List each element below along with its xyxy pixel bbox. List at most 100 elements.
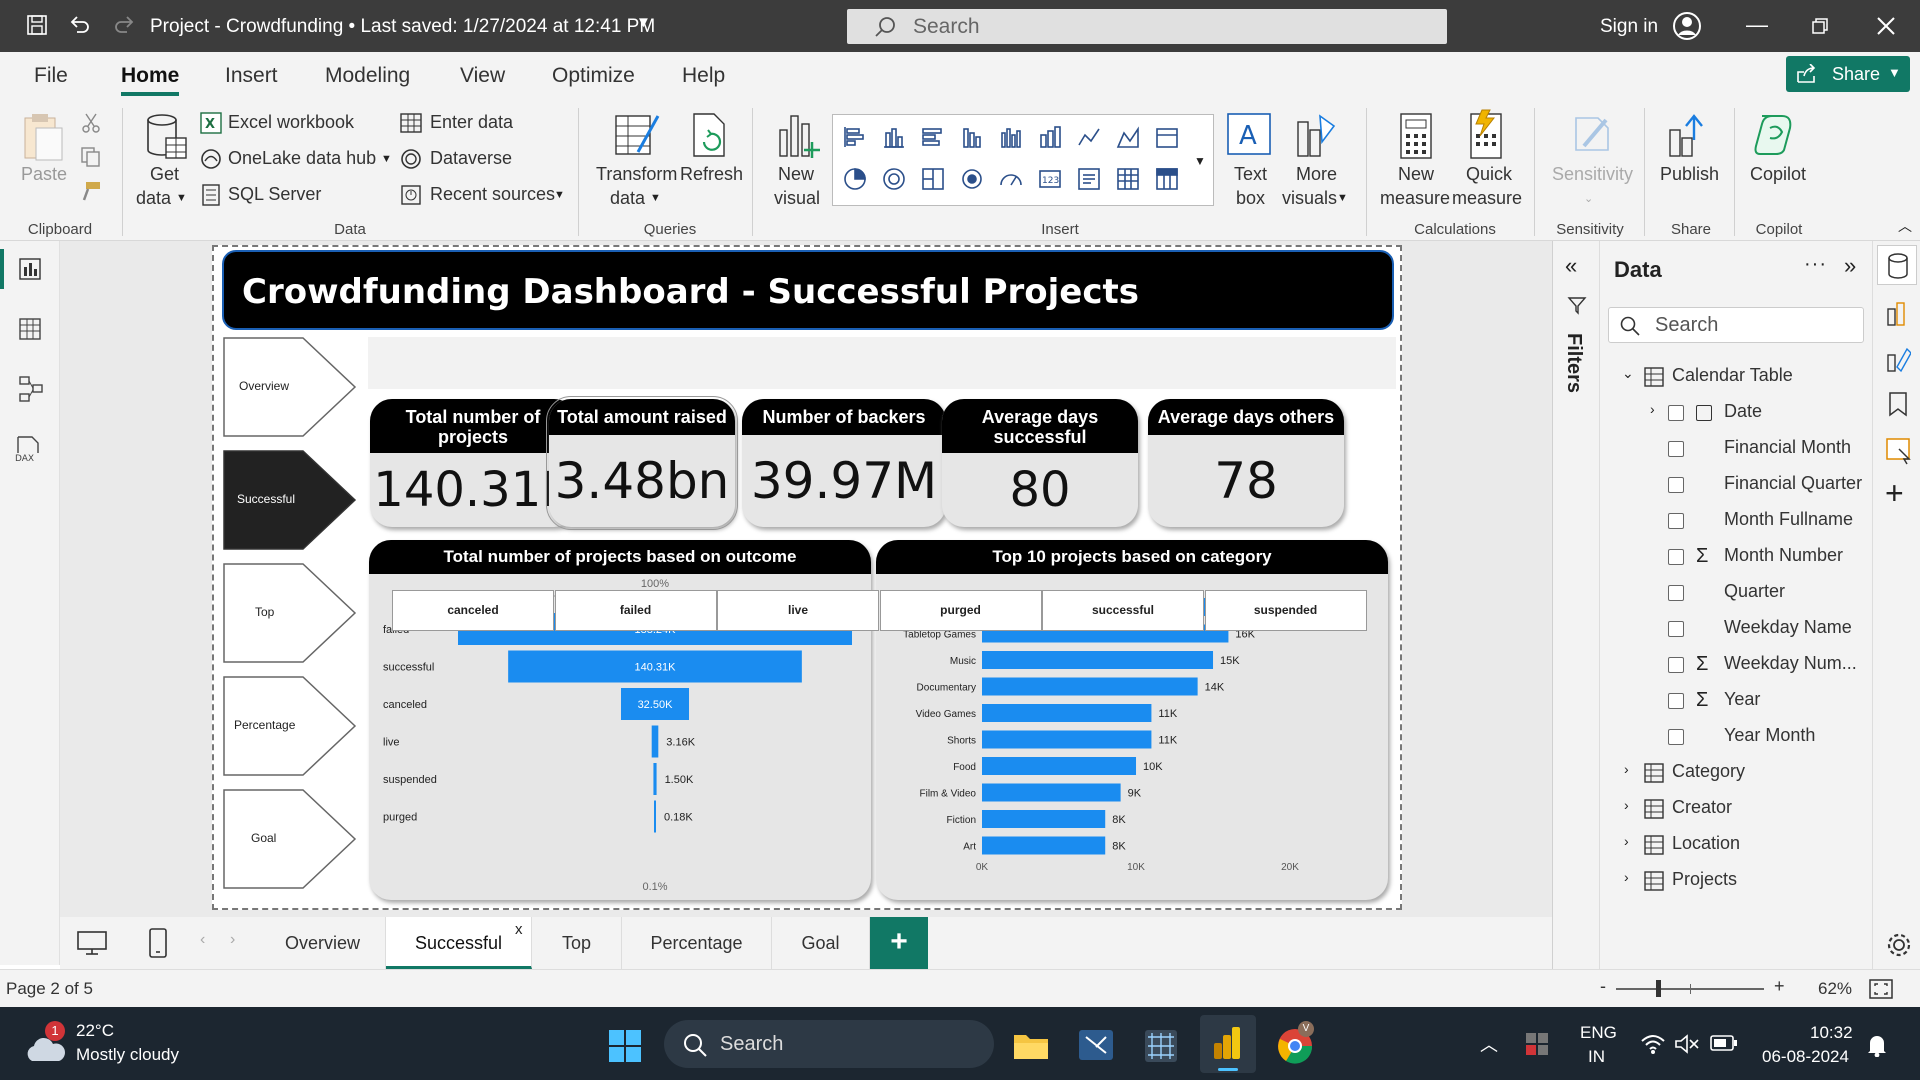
field-checkbox[interactable] bbox=[1668, 693, 1684, 709]
share-button[interactable]: Share ▼ bbox=[1786, 56, 1910, 92]
data-pane-toggle[interactable] bbox=[1877, 245, 1917, 285]
more-visuals-label-2[interactable]: visuals bbox=[1282, 188, 1337, 209]
field-item[interactable]: Financial Quarter bbox=[1724, 473, 1862, 494]
more-visuals-icon[interactable] bbox=[1294, 112, 1340, 162]
power-bi-taskbar-button[interactable] bbox=[1200, 1015, 1256, 1073]
menu-view[interactable]: View bbox=[460, 64, 505, 88]
page-tab-goal[interactable]: Goal bbox=[772, 917, 870, 969]
field-item[interactable]: Weekday Num... bbox=[1724, 653, 1857, 674]
page-tab-percentage[interactable]: Percentage bbox=[622, 917, 772, 969]
format-painter-icon[interactable] bbox=[80, 180, 102, 202]
get-data-icon[interactable] bbox=[144, 112, 188, 162]
field-checkbox[interactable] bbox=[1668, 405, 1684, 421]
kpi-card[interactable]: Average days successful 80 bbox=[942, 399, 1138, 527]
category-bar[interactable] bbox=[982, 677, 1198, 696]
sql-server-button[interactable]: SQL Server bbox=[228, 184, 321, 205]
model-view-icon[interactable] bbox=[18, 375, 44, 403]
category-bar[interactable] bbox=[982, 810, 1106, 828]
zoom-in-button[interactable]: + bbox=[1774, 976, 1785, 997]
undo-icon[interactable] bbox=[68, 13, 92, 37]
chevron-down-icon[interactable]: ▼ bbox=[554, 189, 565, 201]
sensitivity-icon[interactable] bbox=[1570, 110, 1614, 158]
sign-in-link[interactable]: Sign in bbox=[1600, 16, 1658, 38]
field-checkbox[interactable] bbox=[1668, 729, 1684, 745]
visualizations-gallery[interactable]: 123 bbox=[832, 114, 1214, 206]
clock-time[interactable]: 10:32 bbox=[1810, 1023, 1853, 1043]
refresh-icon[interactable] bbox=[690, 112, 730, 160]
wifi-icon[interactable] bbox=[1640, 1033, 1666, 1055]
get-data-label-2[interactable]: data bbox=[136, 188, 171, 209]
file-explorer-icon[interactable] bbox=[1012, 1029, 1050, 1061]
kpi-card[interactable]: Total number of projects 140.31K bbox=[370, 399, 576, 527]
slicer-option-failed[interactable]: failed bbox=[554, 590, 717, 631]
table-item[interactable]: Creator bbox=[1672, 797, 1732, 818]
table-item[interactable]: Category bbox=[1672, 761, 1745, 782]
close-tab-icon[interactable]: x bbox=[515, 921, 523, 938]
field-checkbox[interactable] bbox=[1668, 441, 1684, 457]
field-checkbox[interactable] bbox=[1668, 549, 1684, 565]
field-item[interactable]: Financial Month bbox=[1724, 437, 1851, 458]
funnel-bar[interactable] bbox=[653, 763, 657, 795]
table-view-icon[interactable] bbox=[18, 317, 42, 341]
field-item[interactable]: Year bbox=[1724, 689, 1760, 710]
field-item[interactable]: Year Month bbox=[1724, 725, 1815, 746]
table-item[interactable]: Location bbox=[1672, 833, 1740, 854]
publish-icon[interactable] bbox=[1666, 110, 1710, 160]
expand-filters-icon[interactable]: « bbox=[1565, 253, 1577, 279]
enter-data-button[interactable]: Enter data bbox=[430, 112, 513, 133]
field-item[interactable]: Quarter bbox=[1724, 581, 1785, 602]
quick-measure-icon[interactable] bbox=[1466, 108, 1506, 160]
search-input[interactable]: Search bbox=[847, 9, 1447, 44]
slicer-option-canceled[interactable]: canceled bbox=[392, 590, 554, 631]
calendar-table-item[interactable]: Calendar Table bbox=[1672, 365, 1793, 386]
language-indicator-2[interactable]: IN bbox=[1588, 1047, 1605, 1067]
category-bar[interactable] bbox=[982, 704, 1152, 722]
refresh-label[interactable]: Refresh bbox=[680, 164, 743, 185]
menu-insert[interactable]: Insert bbox=[225, 64, 278, 88]
format-visual-icon[interactable] bbox=[1885, 345, 1911, 373]
windows-start-icon[interactable] bbox=[608, 1029, 642, 1063]
sensitivity-label[interactable]: Sensitivity bbox=[1552, 164, 1633, 185]
menu-file[interactable]: File bbox=[34, 64, 68, 88]
page-tab-top[interactable]: Top bbox=[532, 917, 622, 969]
volume-muted-icon[interactable] bbox=[1674, 1033, 1700, 1055]
fit-to-page-icon[interactable] bbox=[1868, 978, 1894, 1000]
menu-help[interactable]: Help bbox=[682, 64, 725, 88]
new-visual-label-1[interactable]: New bbox=[778, 164, 814, 185]
onelake-data-hub-button[interactable]: OneLake data hub bbox=[228, 148, 376, 169]
slicer-option-successful[interactable]: successful bbox=[1042, 590, 1204, 631]
expand-table-icon[interactable]: › bbox=[1624, 833, 1629, 849]
zoom-slider-thumb[interactable] bbox=[1656, 980, 1661, 997]
dax-query-view-icon[interactable]: DAX bbox=[14, 435, 44, 463]
mobile-layout-icon[interactable] bbox=[148, 927, 168, 959]
field-item[interactable]: Month Fullname bbox=[1724, 509, 1853, 530]
desktop-layout-icon[interactable] bbox=[76, 930, 108, 956]
collapse-pane-icon[interactable]: » bbox=[1844, 253, 1856, 279]
expand-field-icon[interactable]: › bbox=[1650, 401, 1655, 417]
gallery-expand-icon[interactable]: ▼ bbox=[1194, 154, 1206, 168]
chevron-down-icon[interactable]: ▼ bbox=[636, 14, 651, 31]
table-item[interactable]: Projects bbox=[1672, 869, 1737, 890]
transform-data-label-1[interactable]: Transform bbox=[596, 164, 677, 185]
add-page-button[interactable]: + bbox=[870, 917, 928, 969]
kpi-card[interactable]: Average days others 78 bbox=[1148, 399, 1344, 527]
paste-icon[interactable] bbox=[22, 112, 66, 164]
menu-home[interactable]: Home bbox=[121, 64, 179, 88]
more-visuals-label-1[interactable]: More bbox=[1296, 164, 1337, 185]
expand-table-icon[interactable]: › bbox=[1624, 761, 1629, 777]
chevron-down-icon[interactable]: ▼ bbox=[381, 153, 392, 165]
field-checkbox[interactable] bbox=[1668, 621, 1684, 637]
add-pane-icon[interactable]: + bbox=[1885, 475, 1904, 512]
field-checkbox[interactable] bbox=[1668, 513, 1684, 529]
category-bar[interactable] bbox=[982, 730, 1152, 749]
page-tab-overview[interactable]: Overview bbox=[260, 917, 386, 969]
account-icon[interactable] bbox=[1672, 11, 1702, 41]
transform-data-label-2[interactable]: data bbox=[610, 188, 645, 209]
clock-date[interactable]: 06-08-2024 bbox=[1762, 1047, 1849, 1067]
scroll-left-icon[interactable]: ‹ bbox=[200, 931, 205, 949]
settings-icon[interactable] bbox=[1885, 931, 1913, 959]
text-box-label-2[interactable]: box bbox=[1236, 188, 1265, 209]
collapse-table-icon[interactable]: ⌄ bbox=[1622, 365, 1634, 382]
copilot-icon[interactable] bbox=[1752, 110, 1802, 158]
kpi-card[interactable]: Number of backers 39.97M bbox=[742, 399, 946, 527]
